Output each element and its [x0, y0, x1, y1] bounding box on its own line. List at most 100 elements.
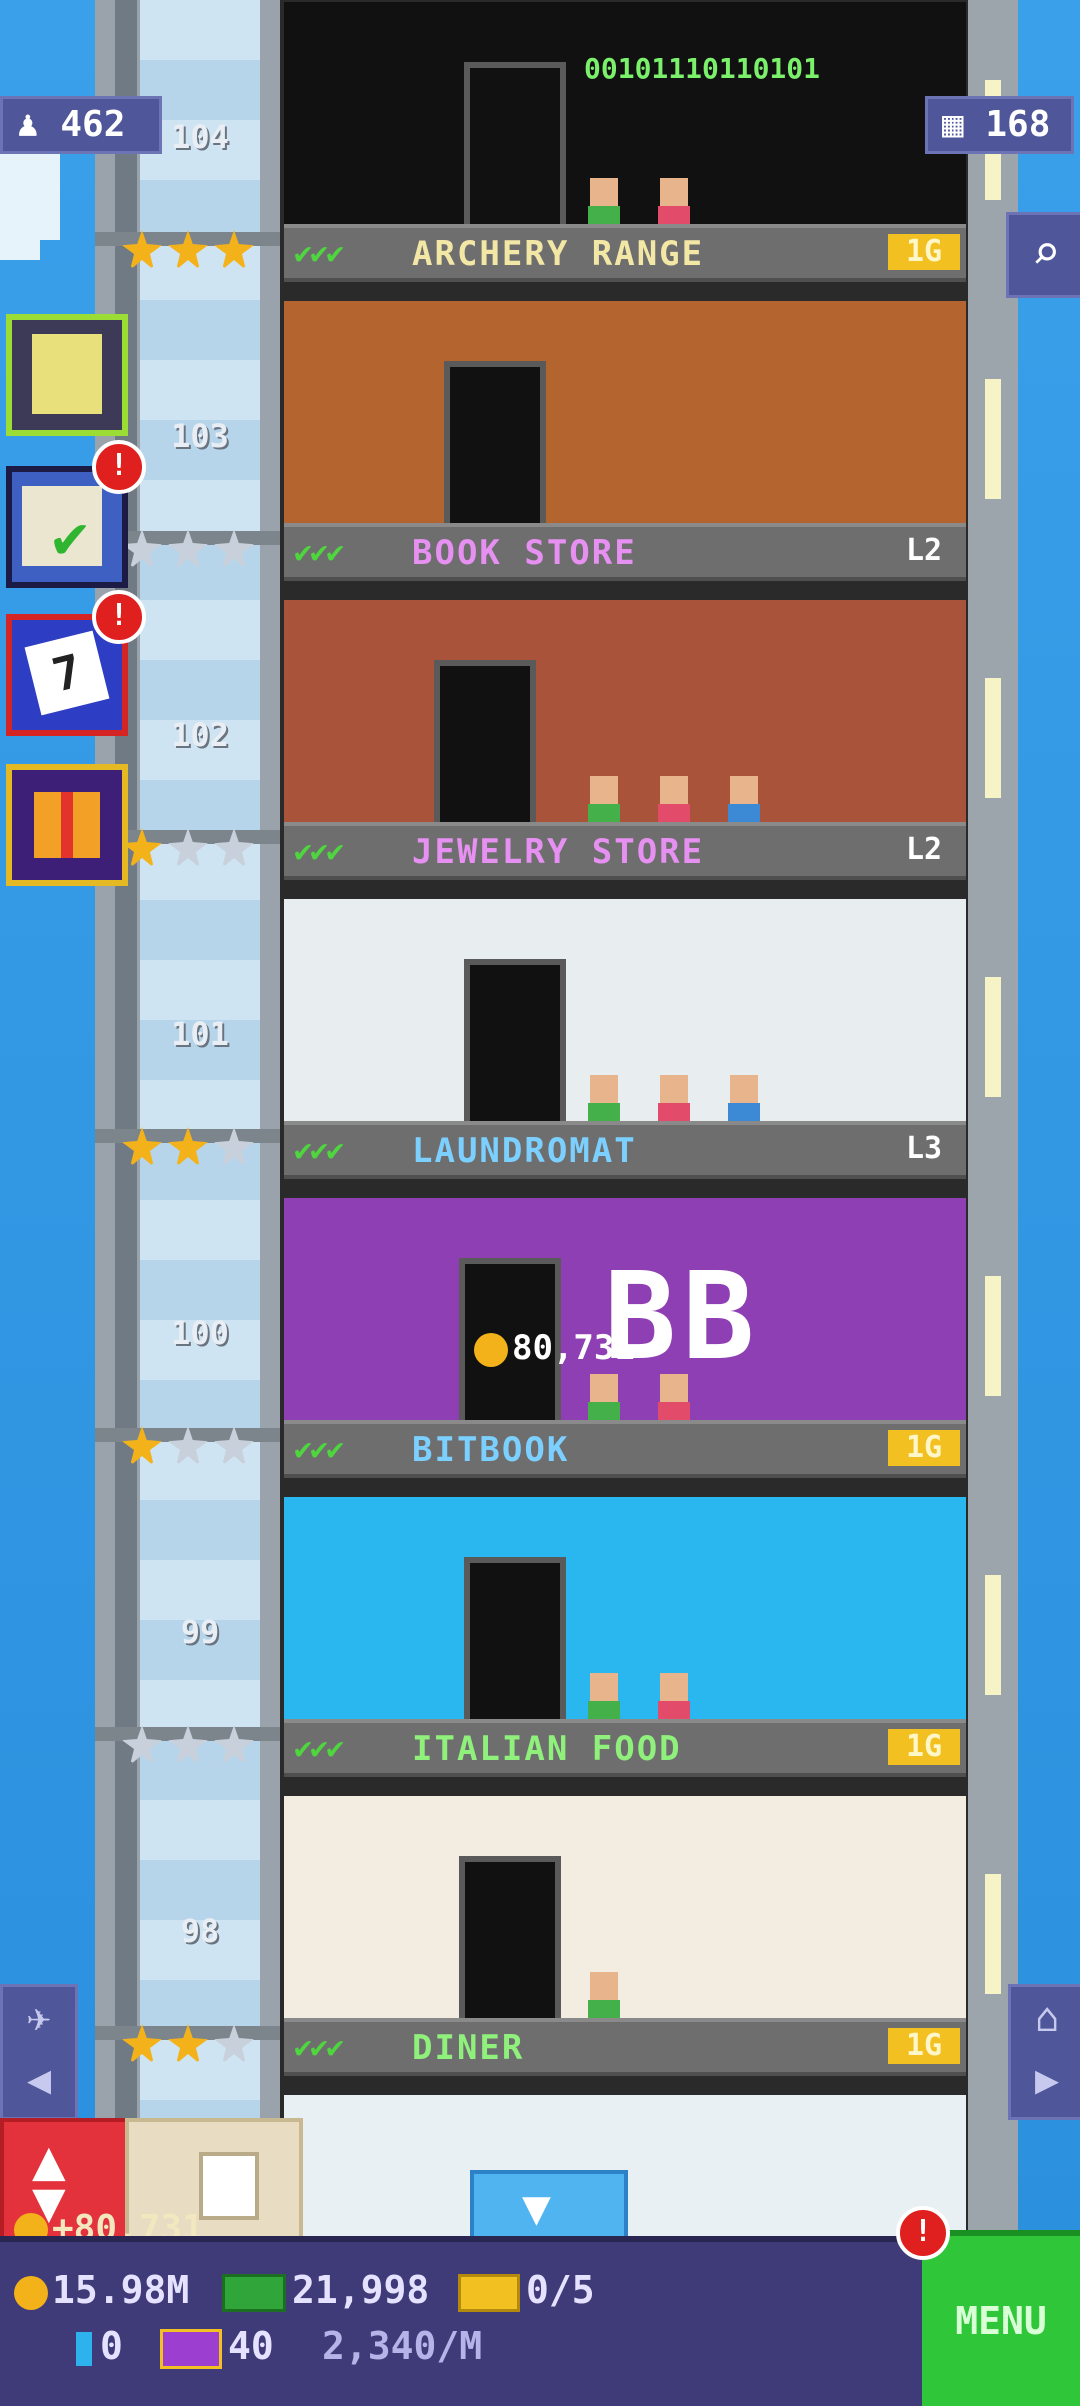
floor-number: 102: [171, 716, 229, 754]
floor-name: ARCHERY RANGE: [412, 234, 705, 274]
population-counter[interactable]: ♟ 462: [0, 96, 162, 154]
floor-room[interactable]: BB 80,731: [284, 1198, 966, 1444]
checkmark-icon: ✔: [52, 502, 89, 572]
floor-label-bar[interactable]: ✔✔✔ ITALIAN FOOD 1G: [284, 1719, 966, 1777]
floor-label-bar[interactable]: ✔✔✔ DINER 1G: [284, 2018, 966, 2076]
bux-value: 21,998: [292, 2268, 430, 2312]
floor-name: ITALIAN FOOD: [412, 1729, 682, 1769]
floor-number: 98: [180, 1912, 220, 1950]
floor-star-rating: [122, 2024, 254, 2064]
floor-room[interactable]: [284, 1796, 966, 2042]
floor-level-badge: 1G: [888, 1430, 960, 1466]
floor-star-rating: [122, 1725, 254, 1765]
restock-checkmarks: ✔✔✔: [294, 1731, 344, 1766]
gift-ribbon: [61, 792, 73, 858]
floor-label-bar[interactable]: ✔✔✔ ARCHERY RANGE 1G: [284, 224, 966, 282]
next-floor-nav[interactable]: ⌂ ▶: [1008, 1984, 1080, 2120]
blue-resource-display[interactable]: 0: [76, 2324, 123, 2368]
star-icon: [168, 2024, 208, 2064]
floor-name: DINER: [412, 2028, 525, 2068]
binary-sign: 00101110110101: [584, 52, 821, 85]
floor-level-badge: L3: [905, 1131, 943, 1166]
previous-floor-nav[interactable]: ✈ ◀: [0, 1984, 78, 2120]
search-button[interactable]: ⌕: [1006, 212, 1080, 298]
box-icon: [199, 2152, 259, 2220]
floor-room[interactable]: [284, 301, 966, 547]
tower-window-light: [985, 977, 1001, 1097]
elevator-glass: [140, 0, 260, 2240]
elevator-door: [459, 1856, 561, 2028]
floor-level-badge: L2: [905, 533, 943, 568]
blue-bar-icon: [76, 2331, 92, 2366]
blue-resource-value: 0: [100, 2324, 123, 2368]
floor-name: BOOK STORE: [412, 533, 637, 573]
building-icon: ▦: [942, 104, 964, 145]
coins-display[interactable]: 15.98M: [14, 2268, 189, 2312]
floor-star-rating: [122, 828, 254, 868]
bitizen-head: [590, 178, 618, 206]
floor-name: BITBOOK: [412, 1430, 570, 1470]
floor-level-badge: 1G: [888, 2028, 960, 2064]
menu-alert-badge: !: [896, 2206, 950, 2260]
bitizen-head: [660, 776, 688, 804]
restock-checkmarks: ✔✔✔: [294, 236, 344, 271]
bitizen-head: [590, 1075, 618, 1103]
chevron-left-icon: ◀: [26, 2057, 52, 2103]
floor-room[interactable]: 00101110110101: [284, 2, 966, 248]
bux-display[interactable]: 21,998: [222, 2268, 429, 2312]
coin-collect-popup[interactable]: 80,731: [474, 1328, 635, 1368]
elevator-door: [444, 361, 546, 533]
bitizen-head: [660, 1075, 688, 1103]
floor-label-bar[interactable]: ✔✔✔ LAUNDROMAT L3: [284, 1121, 966, 1179]
star-icon: [214, 529, 254, 569]
floor-room[interactable]: [284, 899, 966, 1145]
floor-level-badge: L2: [905, 832, 943, 867]
missions-alert-badge: !: [92, 440, 146, 494]
floor-label-bar[interactable]: ✔✔✔ BITBOOK 1G: [284, 1420, 966, 1478]
gift-button[interactable]: [6, 764, 128, 886]
floor-room[interactable]: [284, 600, 966, 846]
tickets-display[interactable]: 0/5: [458, 2268, 595, 2312]
star-icon: [214, 1426, 254, 1466]
elevator-door: [464, 62, 566, 234]
floor-label-bar[interactable]: ✔✔✔ BOOK STORE L2: [284, 523, 966, 581]
star-icon: [122, 230, 162, 270]
floors-counter[interactable]: ▦ 168: [925, 96, 1074, 154]
building-overview-button[interactable]: [6, 314, 128, 436]
floor-level-badge: 1G: [888, 234, 960, 270]
bottom-hud: [0, 2236, 1080, 2406]
star-icon: [122, 1426, 162, 1466]
coin-icon: [14, 2275, 48, 2310]
floor-room[interactable]: [284, 1497, 966, 1743]
star-icon: [122, 1725, 162, 1765]
vip-display[interactable]: 40: [160, 2324, 274, 2369]
bitizen-head: [660, 1673, 688, 1701]
star-icon: [168, 1127, 208, 1167]
floor-name: JEWELRY STORE: [412, 832, 705, 872]
floor-star-rating: [122, 230, 254, 270]
star-icon: [168, 828, 208, 868]
restock-checkmarks: ✔✔✔: [294, 2030, 344, 2065]
floors-value: 168: [985, 104, 1051, 145]
tickets-value: 0/5: [526, 2268, 595, 2312]
floor-star-rating: [122, 1426, 254, 1466]
airplane-icon: ✈: [26, 1995, 52, 2041]
magnifier-icon: ⌕: [1031, 225, 1061, 281]
coins-value: 15.98M: [52, 2268, 190, 2312]
star-icon: [214, 230, 254, 270]
floor-number: 99: [180, 1613, 220, 1651]
star-icon: [122, 529, 162, 569]
person-icon: ♟: [17, 104, 39, 145]
bitizen-head: [660, 178, 688, 206]
floor-label-bar[interactable]: ✔✔✔ JEWELRY STORE L2: [284, 822, 966, 880]
tower-window-light: [985, 1874, 1001, 1994]
star-icon: [122, 1127, 162, 1167]
ticket-icon: [458, 2273, 520, 2312]
menu-button[interactable]: MENU: [922, 2230, 1080, 2406]
bitizen-head: [590, 776, 618, 804]
house-icon: ⌂: [1034, 1995, 1060, 2041]
bitizen-head: [590, 1673, 618, 1701]
coin-icon: [474, 1332, 508, 1367]
tower-window-light: [985, 678, 1001, 798]
floor-number: 103: [171, 417, 229, 455]
